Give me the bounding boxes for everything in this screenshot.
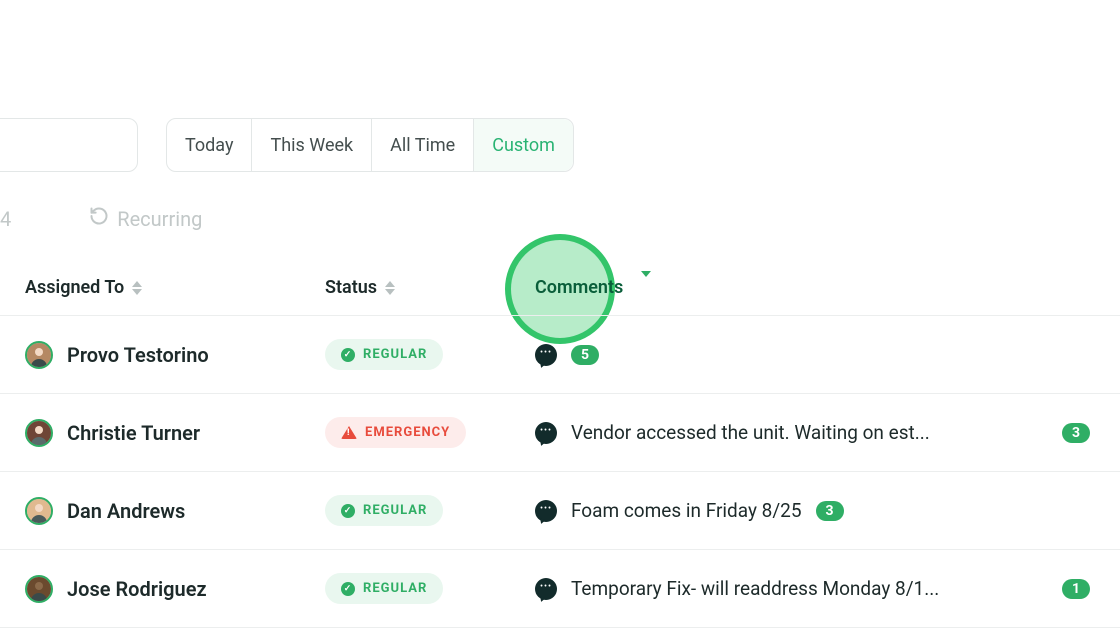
comment-icon: •••: [535, 500, 557, 522]
assignee-name: Dan Andrews: [67, 499, 185, 523]
comment-text: Vendor accessed the unit. Waiting on est…: [571, 421, 930, 444]
avatar: [25, 419, 53, 447]
tab-today[interactable]: Today: [167, 119, 252, 171]
status-badge: ✓ REGULAR: [325, 573, 443, 604]
leading-count: 4: [0, 207, 11, 231]
comment-icon: •••: [535, 422, 557, 444]
assignee-cell: Provo Testorino: [25, 341, 325, 369]
assignee-cell: Jose Rodriguez: [25, 575, 325, 603]
status-badge: EMERGENCY: [325, 417, 466, 448]
warning-icon: [341, 426, 357, 439]
col-assigned-label: Assigned To: [25, 277, 124, 298]
comment-count: 3: [1062, 423, 1090, 443]
assignee-cell: Dan Andrews: [25, 497, 325, 525]
status-cell: ✓ REGULAR: [325, 339, 535, 370]
tab-all-time[interactable]: All Time: [372, 119, 474, 171]
sort-icon: [641, 277, 651, 298]
avatar: [25, 341, 53, 369]
table-row[interactable]: Christie Turner EMERGENCY ••• Vendor acc…: [0, 394, 1120, 472]
avatar: [25, 575, 53, 603]
filter-placeholder[interactable]: [0, 118, 138, 172]
check-icon: ✓: [341, 348, 355, 362]
assignee-name: Christie Turner: [67, 421, 200, 445]
status-badge: ✓ REGULAR: [325, 339, 443, 370]
col-comments[interactable]: Comments: [535, 277, 1120, 298]
sort-icon: [132, 281, 142, 295]
assignee-name: Provo Testorino: [67, 343, 209, 367]
tab-custom[interactable]: Custom: [474, 119, 573, 171]
comment-count: 1: [1062, 579, 1090, 599]
table-row[interactable]: Jose Rodriguez ✓ REGULAR ••• Temporary F…: [0, 550, 1120, 628]
comment-text: Temporary Fix- will readdress Monday 8/1…: [571, 577, 939, 600]
undo-icon: [89, 206, 109, 231]
secondary-filters: 4 Recurring: [0, 206, 202, 231]
status-text: REGULAR: [363, 503, 427, 518]
status-cell: EMERGENCY: [325, 417, 535, 448]
comment-text: Foam comes in Friday 8/25: [571, 499, 802, 522]
comment-icon: •••: [535, 344, 557, 366]
col-status-label: Status: [325, 277, 377, 298]
comment-icon: •••: [535, 578, 557, 600]
table-body: Provo Testorino ✓ REGULAR ••• 5 Christie…: [0, 316, 1120, 628]
status-text: REGULAR: [363, 581, 427, 596]
comment-cell[interactable]: ••• Foam comes in Friday 8/25 3: [535, 499, 1120, 522]
comment-cell[interactable]: ••• Temporary Fix- will readdress Monday…: [535, 577, 1120, 600]
status-cell: ✓ REGULAR: [325, 495, 535, 526]
recurring-label: Recurring: [117, 207, 202, 231]
assignee-cell: Christie Turner: [25, 419, 325, 447]
status-text: EMERGENCY: [365, 425, 450, 440]
comment-count: 5: [571, 345, 599, 365]
table-row[interactable]: Provo Testorino ✓ REGULAR ••• 5: [0, 316, 1120, 394]
avatar: [25, 497, 53, 525]
table-header: Assigned To Status Comments: [0, 277, 1120, 298]
comment-count: 3: [816, 501, 844, 521]
tab-this-week[interactable]: This Week: [252, 119, 372, 171]
status-cell: ✓ REGULAR: [325, 573, 535, 604]
col-status[interactable]: Status: [325, 277, 535, 298]
table-row[interactable]: Dan Andrews ✓ REGULAR ••• Foam comes in …: [0, 472, 1120, 550]
recurring-filter[interactable]: Recurring: [89, 206, 202, 231]
status-badge: ✓ REGULAR: [325, 495, 443, 526]
check-icon: ✓: [341, 504, 355, 518]
comment-cell[interactable]: ••• 5: [535, 344, 1120, 366]
date-range-tabs: Today This Week All Time Custom: [166, 118, 574, 172]
check-icon: ✓: [341, 582, 355, 596]
col-comments-label: Comments: [535, 277, 623, 298]
col-assigned-to[interactable]: Assigned To: [25, 277, 325, 298]
comment-cell[interactable]: ••• Vendor accessed the unit. Waiting on…: [535, 421, 1120, 444]
status-text: REGULAR: [363, 347, 427, 362]
top-controls: Today This Week All Time Custom: [0, 118, 574, 172]
sort-icon: [385, 281, 395, 295]
assignee-name: Jose Rodriguez: [67, 577, 207, 601]
